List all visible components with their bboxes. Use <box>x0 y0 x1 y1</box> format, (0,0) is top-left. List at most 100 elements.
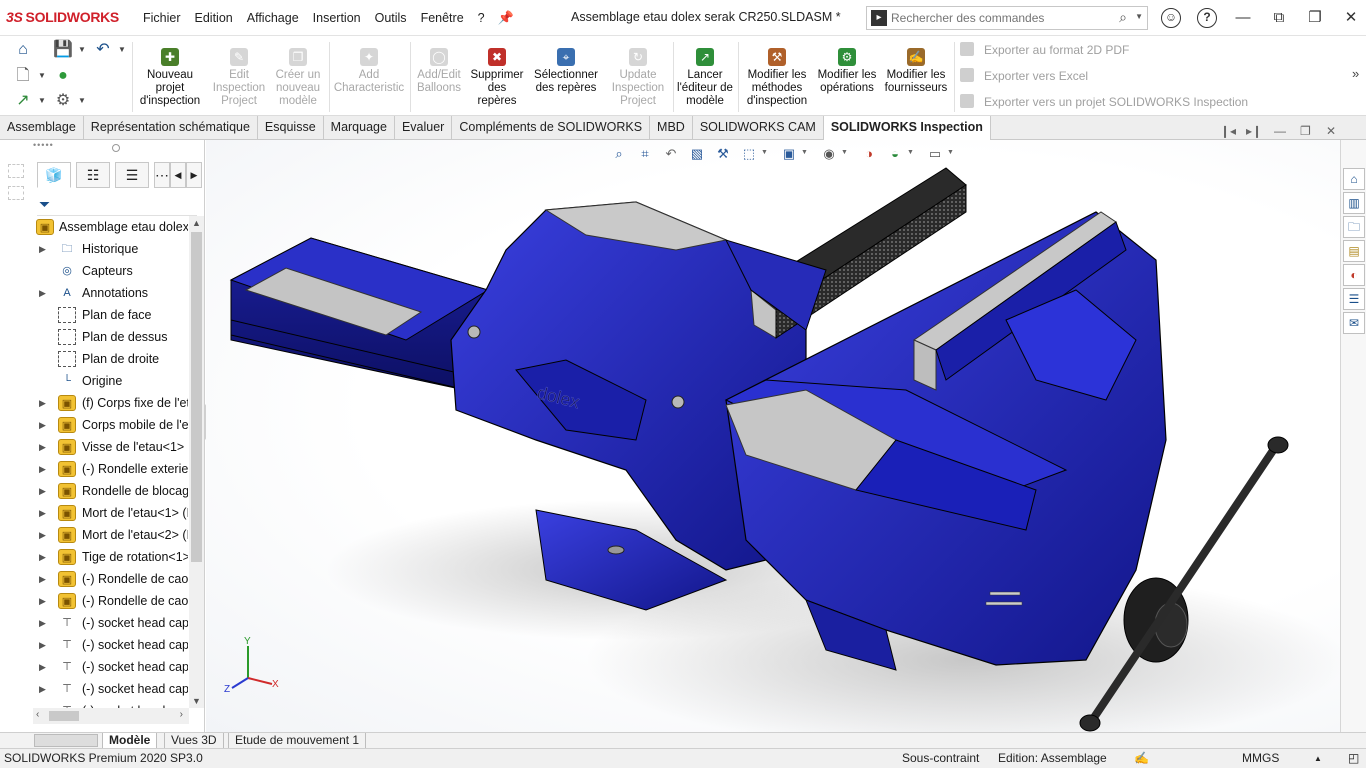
undo-dropdown-icon[interactable]: ▼ <box>118 45 126 54</box>
hide-show-dropdown-icon[interactable]: ▼ <box>841 149 848 156</box>
menu-outils[interactable]: Outils <box>368 11 414 25</box>
menu-fenetre[interactable]: Fenêtre <box>414 11 471 25</box>
edit-inspection-methods-button[interactable]: ⚒ Modifier les méthodes d'inspection <box>741 48 813 116</box>
tree-node[interactable]: ▶ ▣ Tige de rotation<1> <box>33 546 188 568</box>
solidworks-resources-icon[interactable]: ⌂ <box>1343 168 1365 190</box>
menu-insertion[interactable]: Insertion <box>306 11 368 25</box>
graphics-area[interactable]: dolex Y X Z ⌕ ⌗ ↶ ▧ ⚒ ⬚ ▼ ▣ ▼ ◉ ▼ ◑ ◒ ▼ … <box>206 140 1340 732</box>
create-template-button[interactable]: ❐ Créer un nouveau modèle <box>270 48 326 116</box>
add-edit-balloons-button[interactable]: ◯ Add/Edit Balloons <box>413 48 465 116</box>
menu-help[interactable]: ? <box>471 11 492 25</box>
tree-node[interactable]: ▶ ▣ Corps mobile de l'et <box>33 414 188 436</box>
edit-vendors-button[interactable]: ✍ Modifier les fournisseurs <box>880 48 952 116</box>
tree-root-assembly[interactable]: ▣ Assemblage etau dolex s <box>33 216 188 238</box>
new-inspection-project-button[interactable]: ✚ Nouveau projet d'inspection <box>136 48 204 116</box>
tree-horizontal-scrollbar[interactable]: ‹ › <box>33 708 189 724</box>
filter-icon[interactable]: ⏷ <box>39 196 50 213</box>
magnifier-icon[interactable]: ⌕ <box>1119 9 1127 26</box>
tree-node[interactable]: Plan de dessus <box>33 326 188 348</box>
expand-arrow-icon[interactable]: ▶ <box>39 436 46 458</box>
tab-scroll-left-icon[interactable]: ◀ <box>170 162 186 188</box>
edit-operations-button[interactable]: ⚙ Modifier les opérations <box>816 48 878 116</box>
zoom-to-area-icon[interactable]: ⌗ <box>635 144 655 164</box>
add-characteristic-button[interactable]: ✦ Add Characteristic <box>332 48 406 116</box>
apply-scene-icon[interactable]: ◒ <box>885 144 905 164</box>
view-settings-icon[interactable]: ▭ <box>925 144 945 164</box>
scroll-thumb[interactable] <box>49 711 79 721</box>
unit-system[interactable]: MMGS <box>1242 751 1279 765</box>
save-icon[interactable]: 💾 <box>52 39 74 61</box>
expand-arrow-icon[interactable]: ▶ <box>39 392 46 414</box>
traffic-light-icon[interactable]: ● <box>52 65 74 87</box>
tab-solidworks-inspection[interactable]: SOLIDWORKS Inspection <box>823 116 991 140</box>
open-icon[interactable]: ↗ <box>12 90 34 112</box>
tree-node[interactable]: Plan de face <box>33 304 188 326</box>
property-manager-tab-icon[interactable]: ☷ <box>76 162 110 188</box>
new-dropdown-icon[interactable]: ▼ <box>38 71 46 80</box>
tab-esquisse[interactable]: Esquisse <box>258 116 324 139</box>
expand-arrow-icon[interactable]: ▶ <box>39 480 46 502</box>
expand-arrow-icon[interactable]: ▶ <box>39 524 46 546</box>
section-view-icon[interactable]: ▧ <box>687 144 707 164</box>
close-button[interactable]: ✕ <box>1340 8 1362 30</box>
tree-node[interactable]: ▶ ▣ (-) Rondelle de caou <box>33 590 188 612</box>
zoom-to-fit-icon[interactable]: ⌕ <box>609 144 629 164</box>
undo-icon[interactable]: ↶ <box>92 39 114 61</box>
scroll-down-icon[interactable]: ▼ <box>192 696 201 706</box>
export-2d-pdf-button[interactable]: Exporter au format 2D PDF <box>960 42 1129 57</box>
tree-node[interactable]: ▶ ▣ (f) Corps fixe de l'eta <box>33 392 188 414</box>
viewport-minimize-icon[interactable]: — <box>1274 124 1286 138</box>
expand-arrow-icon[interactable]: ▶ <box>39 656 46 678</box>
tab-complements[interactable]: Compléments de SOLIDWORKS <box>452 116 651 139</box>
command-search[interactable]: ▸ ⌕ ▼ <box>866 6 1148 30</box>
expand-arrow-icon[interactable]: ▶ <box>39 502 46 524</box>
dynamic-annotation-icon[interactable]: ⚒ <box>713 144 733 164</box>
status-expand-icon[interactable]: ◰ <box>1348 751 1359 765</box>
tree-node[interactable]: ▶ ▣ Rondelle de blocage <box>33 480 188 502</box>
more-tabs-icon[interactable]: ⋯ <box>154 162 170 188</box>
tab-mbd[interactable]: MBD <box>650 116 693 139</box>
previous-window-icon[interactable]: ❙◂ <box>1220 124 1236 138</box>
scroll-right-icon[interactable]: › <box>180 709 183 720</box>
update-inspection-project-button[interactable]: ↻ Update Inspection Project <box>606 48 670 116</box>
tree-node[interactable]: ▶⊤(-) socket head cap <box>33 700 188 708</box>
expand-arrow-icon[interactable]: ▶ <box>39 612 46 634</box>
tab-assemblage[interactable]: Assemblage <box>0 116 84 139</box>
tree-node[interactable]: ▶ A Annotations <box>33 282 188 304</box>
next-window-icon[interactable]: ▸❙ <box>1246 124 1262 138</box>
tree-node[interactable]: ▶⊤(-) socket head cap <box>33 612 188 634</box>
new-document-icon[interactable]: 🗋 <box>12 65 34 87</box>
tab-solidworks-cam[interactable]: SOLIDWORKS CAM <box>693 116 824 139</box>
tab-etude-de-mouvement[interactable]: Etude de mouvement 1 <box>228 733 367 749</box>
tree-node[interactable]: ▶ ▣ Mort de l'etau<1> (I <box>33 502 188 524</box>
view-palette-icon[interactable]: ▤ <box>1343 240 1365 262</box>
tree-node[interactable]: ▶ ▣ (-) Rondelle exterieu <box>33 458 188 480</box>
expand-arrow-icon[interactable]: ▶ <box>39 282 46 304</box>
edit-inspection-project-button[interactable]: ✎ Edit Inspection Project <box>208 48 270 116</box>
display-style-dropdown-icon[interactable]: ▼ <box>801 149 808 156</box>
expand-arrow-icon[interactable]: ▶ <box>39 458 46 480</box>
panel-drag-handle[interactable]: ••••• <box>33 140 61 150</box>
rebuild-icon[interactable]: ✍ <box>1134 751 1149 765</box>
home-icon[interactable]: ⌂ <box>12 39 34 61</box>
tree-node[interactable]: ▶ ▣ Visse de l'etau<1> (I <box>33 436 188 458</box>
user-account-icon[interactable]: ☺ <box>1161 8 1181 28</box>
menu-affichage[interactable]: Affichage <box>240 11 306 25</box>
expand-arrow-icon[interactable]: ▶ <box>39 568 46 590</box>
scroll-up-icon[interactable]: ▲ <box>192 218 201 228</box>
units-dropdown-icon[interactable]: ▲ <box>1314 754 1322 763</box>
options-gear-icon[interactable]: ⚙ <box>52 90 74 112</box>
tree-node[interactable]: ▶ ▣ (-) Rondelle de caou <box>33 568 188 590</box>
scroll-thumb[interactable] <box>191 232 202 562</box>
menu-edition[interactable]: Edition <box>188 11 240 25</box>
tree-node[interactable]: ▶⊤(-) socket head cap <box>33 678 188 700</box>
custom-properties-icon[interactable]: ☰ <box>1343 288 1365 310</box>
expand-arrow-icon[interactable]: ▶ <box>39 634 46 656</box>
tab-evaluer[interactable]: Evaluer <box>395 116 453 139</box>
viewport-restore-icon[interactable]: ❐ <box>1300 124 1311 138</box>
expand-arrow-icon[interactable]: ▶ <box>39 546 46 568</box>
viewport-close-icon[interactable]: ✕ <box>1326 124 1336 138</box>
edit-appearance-icon[interactable]: ◑ <box>859 144 879 164</box>
minimize-button[interactable]: — <box>1232 8 1254 30</box>
tab-scroll-controls[interactable] <box>34 734 98 747</box>
